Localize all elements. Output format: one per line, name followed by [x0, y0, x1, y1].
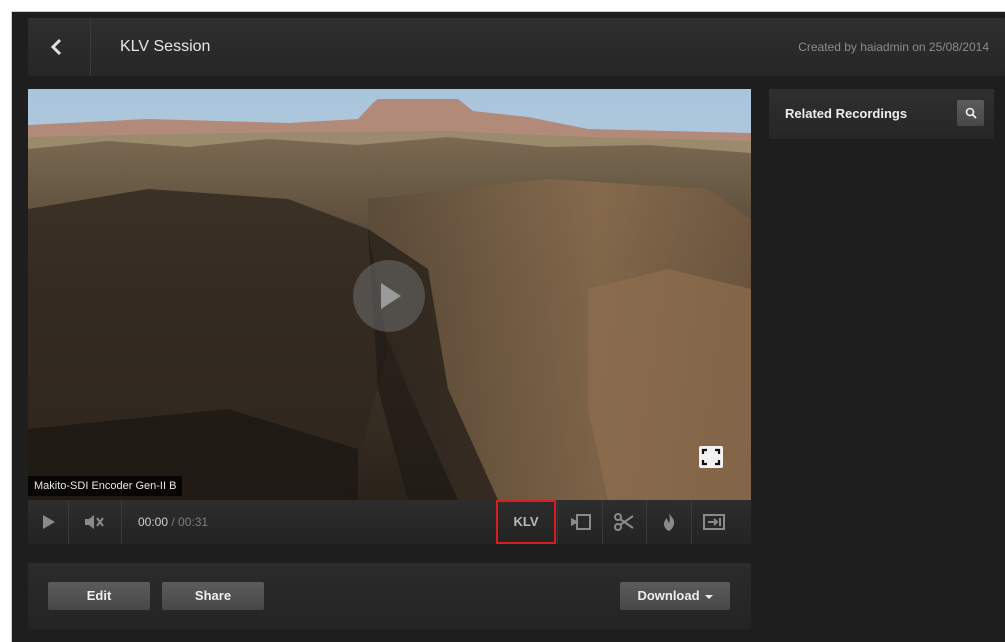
app-frame: KLV Session Created by haiadmin on 25/08… — [11, 11, 1005, 642]
scissors-icon — [614, 513, 634, 531]
clip-button[interactable] — [602, 500, 647, 544]
search-icon — [965, 107, 977, 119]
marker-icon — [571, 514, 591, 530]
chevron-down-icon — [704, 594, 713, 599]
download-label: Download — [637, 588, 700, 603]
export-button[interactable] — [692, 500, 736, 544]
mute-button[interactable] — [69, 500, 122, 544]
back-button[interactable] — [28, 18, 91, 76]
marker-button[interactable] — [557, 500, 603, 544]
created-by-text: Created by haiadmin on 25/08/2014 — [798, 40, 989, 54]
current-time: 00:00 — [138, 515, 169, 529]
flame-icon — [664, 513, 675, 531]
burn-button[interactable] — [647, 500, 692, 544]
fullscreen-icon — [699, 446, 723, 468]
time-display: 00:00 / 00:31 — [138, 515, 208, 529]
klv-button[interactable]: KLV — [496, 500, 556, 544]
page-title: KLV Session — [120, 38, 211, 55]
total-time: / 00:31 — [171, 515, 209, 529]
related-search-button[interactable] — [957, 100, 984, 126]
player-controls: 00:00 / 00:31 KLV — [28, 500, 751, 544]
edit-button[interactable]: Edit — [48, 582, 150, 610]
export-icon — [703, 514, 725, 530]
related-recordings-panel: Related Recordings — [769, 89, 994, 139]
video-frame[interactable]: Makito-SDI Encoder Gen-II B — [28, 89, 751, 500]
share-button[interactable]: Share — [162, 582, 264, 610]
download-button[interactable]: Download — [620, 582, 730, 610]
play-icon — [43, 515, 55, 529]
back-icon — [50, 38, 62, 56]
related-recordings-title: Related Recordings — [785, 106, 908, 121]
source-label: Makito-SDI Encoder Gen-II B — [28, 476, 183, 496]
action-bar: Edit Share Download — [28, 563, 751, 629]
big-play-button[interactable] — [353, 260, 425, 332]
fullscreen-button[interactable] — [699, 446, 723, 468]
title-bar: KLV Session Created by haiadmin on 25/08… — [28, 18, 1005, 76]
play-button[interactable] — [28, 500, 69, 544]
play-icon — [381, 283, 401, 309]
video-player: Makito-SDI Encoder Gen-II B 00:00 / 00:3… — [28, 89, 751, 544]
mute-icon — [85, 515, 104, 529]
